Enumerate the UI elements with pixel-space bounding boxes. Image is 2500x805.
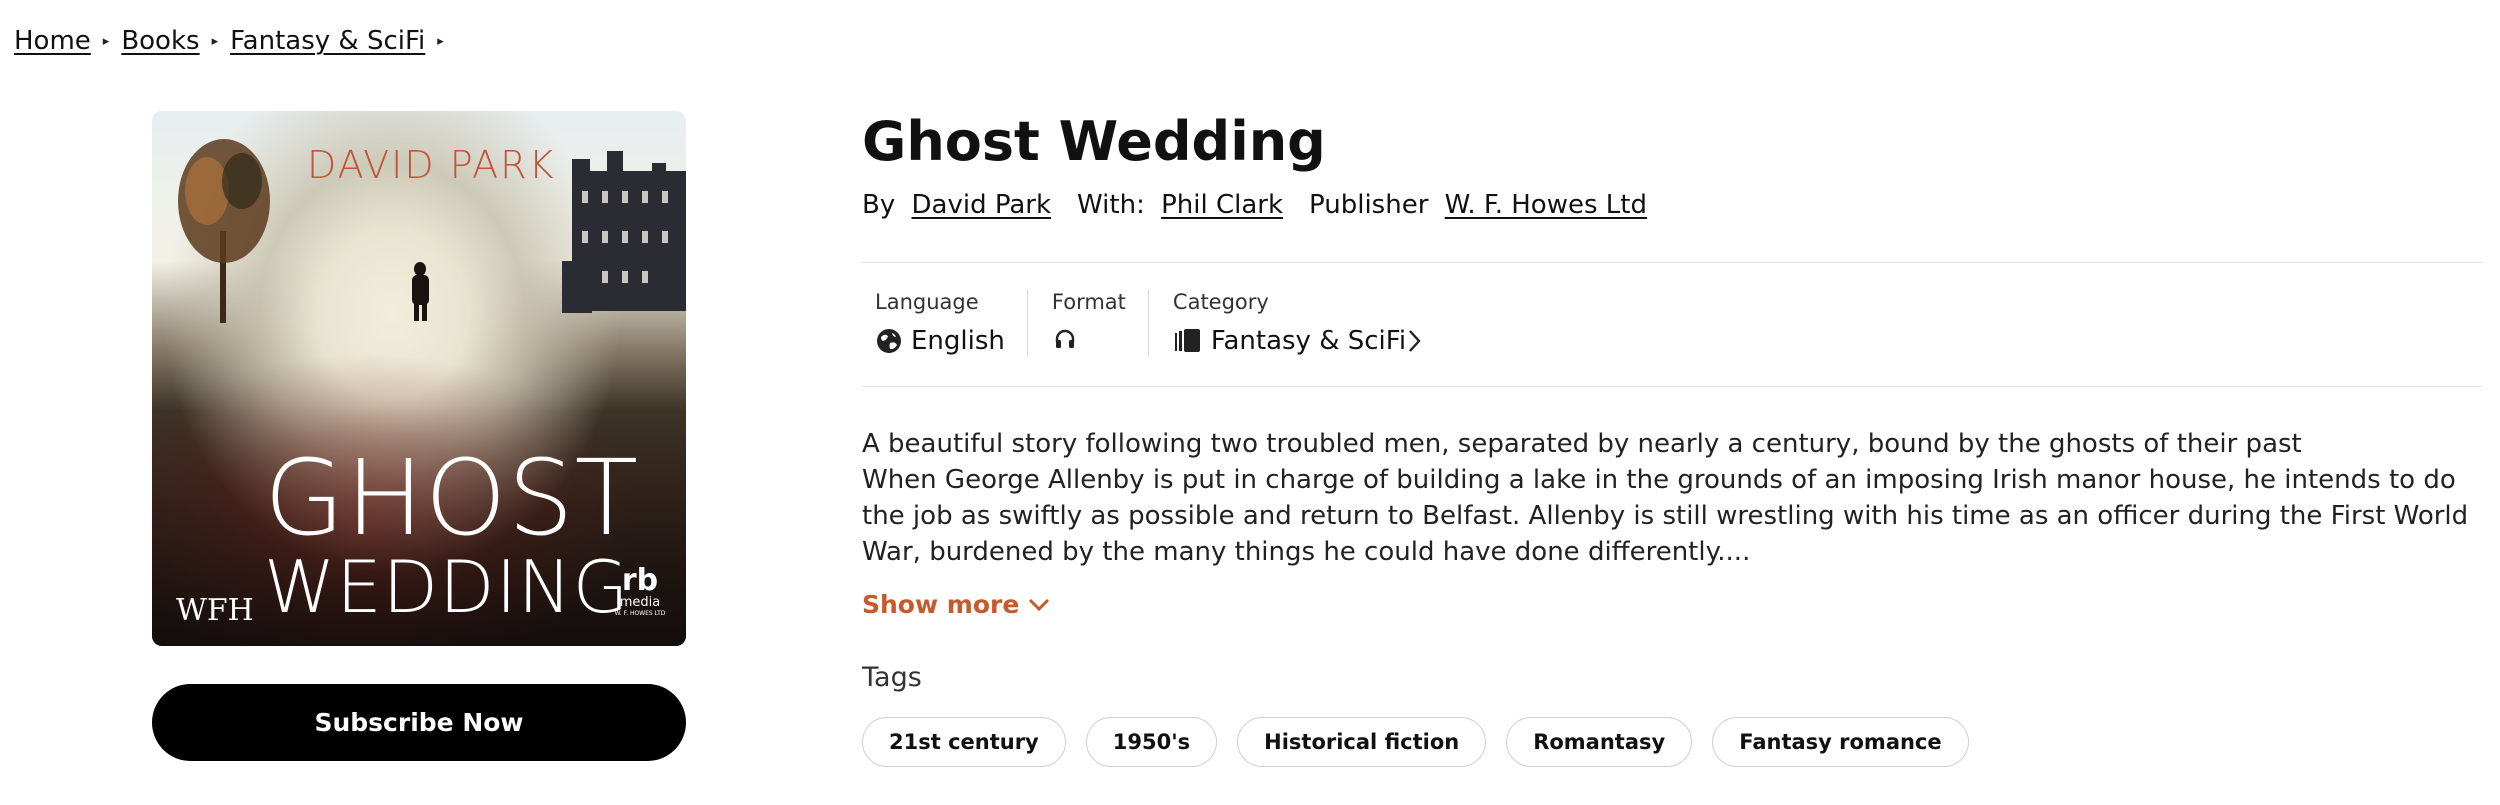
- cover-rbmedia-logo: rb media W. F. HOWES LTD: [610, 563, 670, 618]
- description-tagline: A beautiful story following two troubled…: [862, 429, 2302, 459]
- publisher-link[interactable]: W. F. Howes Ltd: [1445, 190, 1647, 220]
- meta-format: Format: [1026, 290, 1148, 356]
- cover-title-line2: WEDDING: [264, 545, 630, 629]
- meta-category[interactable]: Category Fantasy & SciFi: [1147, 290, 1454, 356]
- by-label: By: [862, 190, 896, 220]
- show-more-button[interactable]: Show more: [862, 590, 1051, 619]
- divider: [862, 386, 2482, 387]
- language-text: English: [911, 326, 1005, 356]
- cover-title-line1: GHOST: [264, 437, 640, 559]
- tag-chip[interactable]: Fantasy romance: [1712, 717, 1969, 767]
- rbmedia-text: media: [619, 595, 661, 610]
- cover-tree: [178, 139, 270, 323]
- tag-list: 21st century 1950's Historical fiction R…: [862, 717, 1989, 767]
- narrator-link[interactable]: Phil Clark: [1161, 190, 1283, 220]
- rbmedia-publisher-text: W. F. HOWES LTD: [614, 610, 666, 618]
- breadcrumb-separator-icon: ▸: [102, 33, 110, 49]
- tag-chip[interactable]: 1950's: [1085, 717, 1218, 767]
- breadcrumb-separator-icon: ▸: [211, 33, 219, 49]
- format-value: [1052, 326, 1126, 352]
- book-title: Ghost Wedding: [862, 110, 1326, 173]
- breadcrumb-home-link[interactable]: Home: [14, 26, 91, 56]
- breadcrumb-fantasy-scifi-link[interactable]: Fantasy & SciFi: [230, 26, 425, 56]
- language-label: Language: [875, 290, 979, 314]
- chevron-down-icon: [1029, 598, 1050, 611]
- meta-language: Language English: [875, 290, 1027, 356]
- headphones-icon: [1055, 329, 1075, 348]
- category-label: Category: [1172, 290, 1269, 314]
- divider: [862, 262, 2482, 263]
- with-label: With:: [1077, 190, 1145, 220]
- rbmedia-mark: rb: [621, 563, 659, 598]
- tag-chip[interactable]: Romantasy: [1506, 717, 1693, 767]
- subscribe-now-button[interactable]: Subscribe Now: [152, 684, 686, 761]
- book-credits: By David Park With: Phil Clark Publisher…: [862, 190, 1673, 220]
- cover-imprint-logo: WFH: [176, 593, 254, 628]
- books-icon: [1174, 329, 1200, 352]
- language-value: English: [875, 326, 1005, 356]
- cover-author-text: DAVID PARK: [307, 143, 556, 187]
- tag-chip[interactable]: 21st century: [862, 717, 1066, 767]
- publisher-credit: Publisher W. F. Howes Ltd: [1309, 190, 1647, 220]
- category-link[interactable]: Fantasy & SciFi: [1211, 326, 1406, 356]
- tag-chip[interactable]: Historical fiction: [1237, 717, 1487, 767]
- description-body: When George Allenby is put in charge of …: [862, 465, 2469, 567]
- show-more-label: Show more: [862, 590, 1020, 619]
- narrator-credit: With: Phil Clark: [1077, 190, 1283, 220]
- category-value[interactable]: Fantasy & SciFi: [1173, 326, 1432, 356]
- tags-heading: Tags: [862, 662, 922, 693]
- book-cover: DAVID PARK GHOST WEDDING WFH rb media W.…: [152, 111, 686, 646]
- author-link[interactable]: David Park: [912, 190, 1052, 220]
- globe-icon: [877, 329, 901, 353]
- book-meta: Language English Format Category Fantasy…: [875, 290, 1454, 356]
- breadcrumb: Home ▸ Books ▸ Fantasy & SciFi ▸: [14, 26, 456, 56]
- book-description: A beautiful story following two troubled…: [862, 426, 2482, 570]
- breadcrumb-books-link[interactable]: Books: [121, 26, 199, 56]
- cover-manor-house: [562, 151, 686, 313]
- author-credit: By David Park: [862, 190, 1051, 220]
- publisher-label: Publisher: [1309, 190, 1429, 220]
- breadcrumb-separator-icon: ▸: [437, 33, 444, 49]
- cover-couple-figure: [412, 262, 429, 321]
- format-label: Format: [1051, 290, 1126, 314]
- chevron-right-icon: [1409, 330, 1421, 352]
